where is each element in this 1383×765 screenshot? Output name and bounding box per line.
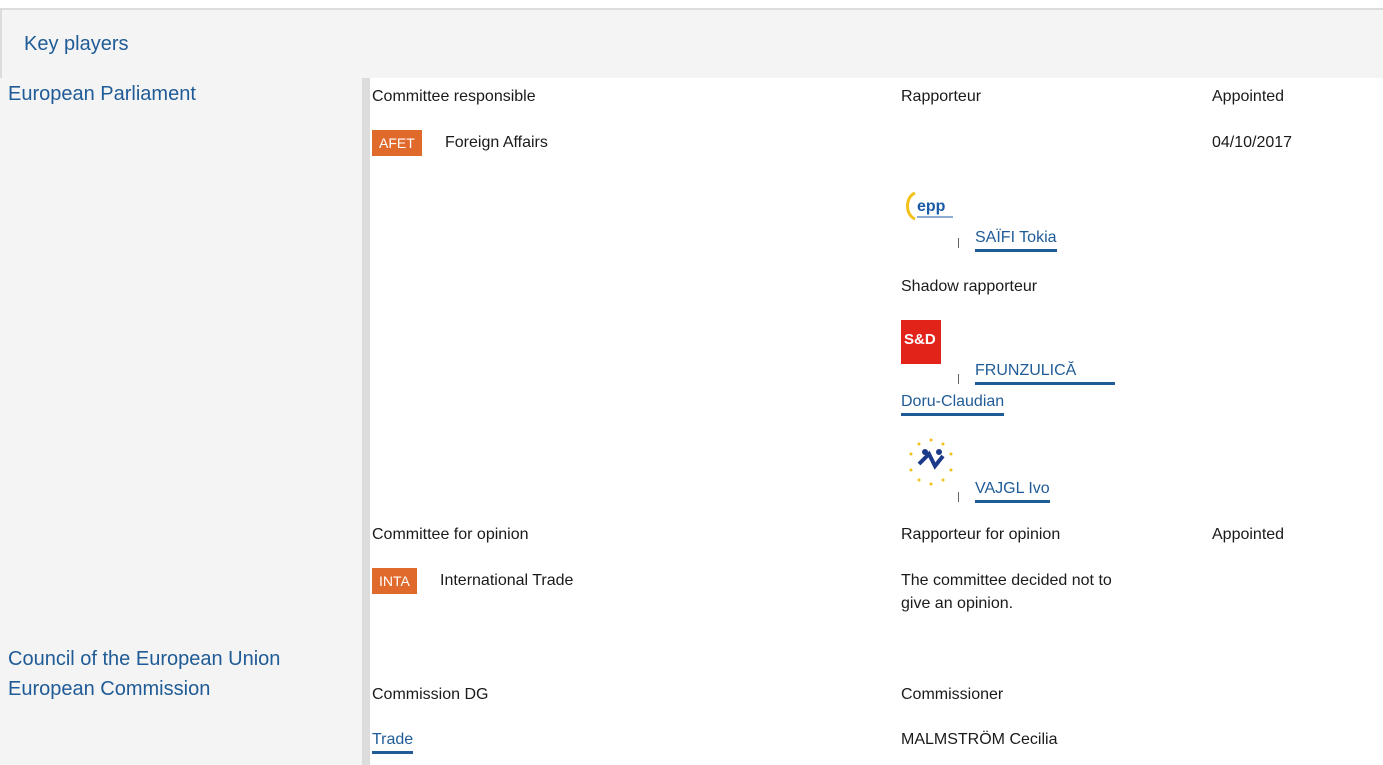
column-header-commission-dg: Commission DG [372, 686, 489, 703]
rapporteur-link-saifi[interactable]: SAÏFI Tokia [975, 229, 1057, 252]
key-players-header: Key players [0, 8, 1383, 78]
epp-logo-icon: epp [901, 187, 953, 237]
top-spacer [0, 0, 1383, 8]
svg-text:epp: epp [917, 198, 946, 215]
column-header-committee-responsible: Committee responsible [372, 88, 536, 105]
alde-logo-icon [901, 434, 953, 486]
shadow-rapporteur-label: Shadow rapporteur [901, 278, 1038, 295]
sd-logo-icon: S&D [901, 320, 941, 364]
institutions-column: European Parliament Council of the Europ… [0, 78, 370, 765]
appointed-date: 04/10/2017 [1212, 134, 1293, 151]
institution-council: Council of the European Union [8, 648, 281, 670]
shadow-link-frunzulica-line2[interactable]: Doru-Claudian [901, 393, 1005, 416]
svg-text:S&D: S&D [904, 331, 936, 348]
column-header-rapporteur: Rapporteur [901, 88, 982, 105]
committee-name-international-trade: International Trade [440, 572, 574, 589]
institution-commission: European Commission [8, 678, 211, 700]
shadow-link-frunzulica-line1[interactable]: FRUNZULICĂ [975, 362, 1076, 380]
separator-tick [958, 492, 959, 502]
column-header-appointed: Appointed [1212, 88, 1285, 105]
opinion-note-line1: The committee decided not to [901, 572, 1112, 589]
committee-badge-inta: INTA [372, 568, 417, 594]
institution-european-parliament: European Parliament [8, 83, 196, 105]
opinion-note-line2: give an opinion. [901, 595, 1014, 612]
separator-tick [958, 238, 959, 248]
column-header-rapporteur-opinion: Rapporteur for opinion [901, 526, 1061, 543]
link-underline [975, 382, 1115, 385]
separator-tick [958, 374, 959, 384]
shadow-link-vajgl[interactable]: VAJGL Ivo [975, 480, 1050, 503]
column-header-appointed-opinion: Appointed [1212, 526, 1285, 543]
commission-dg-link-trade[interactable]: Trade [372, 731, 414, 754]
committee-name-foreign-affairs: Foreign Affairs [445, 134, 548, 151]
committee-badge-afet: AFET [372, 130, 422, 156]
column-header-commissioner: Commissioner [901, 686, 1004, 703]
section-title: Key players [24, 33, 129, 55]
commissioner-name: MALMSTRÖM Cecilia [901, 731, 1058, 748]
column-header-committee-opinion: Committee for opinion [372, 526, 529, 543]
